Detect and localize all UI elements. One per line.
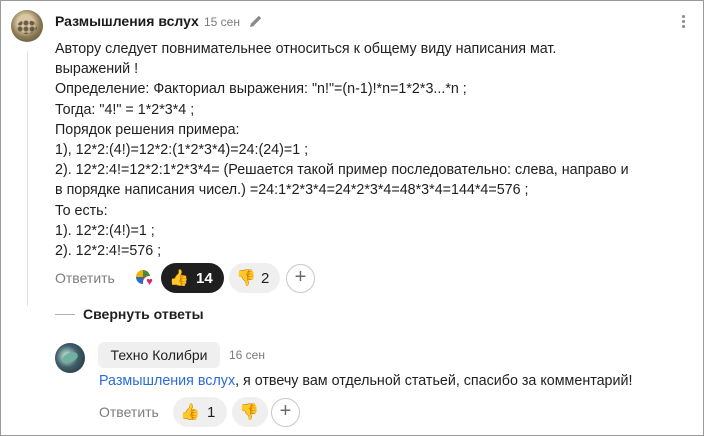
comment-line: в порядке написания чисел.) =24:1*2*3*4=… bbox=[55, 182, 529, 199]
thumbs-down-icon: 👎 bbox=[236, 270, 256, 287]
like-button[interactable]: 👍 14 bbox=[161, 263, 224, 293]
like-count: 14 bbox=[196, 270, 213, 287]
add-reaction-button[interactable]: + bbox=[286, 264, 315, 293]
mention-link[interactable]: Размышления вслух bbox=[99, 373, 235, 389]
collapse-dash bbox=[55, 314, 75, 315]
comment-line: Определение: Факториал выражения: "n!"=(… bbox=[55, 81, 467, 98]
collapse-label: Свернуть ответы bbox=[83, 306, 204, 322]
comment-date: 15 сен bbox=[204, 15, 240, 29]
reply-like-count: 1 bbox=[207, 404, 216, 421]
heart-icon: ♥ bbox=[143, 276, 156, 289]
comment-thread: Размышления вслух 15 сен Автору следует … bbox=[0, 0, 704, 436]
thumbs-up-icon: 👍 bbox=[180, 404, 200, 421]
comment-line: 1), 12*2:(4!)=12*2:(1*2*3*4)=24:(24)=1 ; bbox=[55, 142, 309, 159]
reply-avatar[interactable] bbox=[55, 343, 85, 373]
dislike-count: 2 bbox=[261, 270, 270, 287]
thread-line bbox=[27, 51, 28, 306]
comment-line: 2). 12*2:4!=12*2:1*2*3*4= (Решается тако… bbox=[55, 162, 629, 179]
dislike-button[interactable]: 👎 2 bbox=[229, 263, 280, 293]
reply-button[interactable]: Ответить bbox=[55, 270, 115, 286]
comment-author[interactable]: Размышления вслух bbox=[55, 13, 199, 29]
comment-line: Порядок решения примера: bbox=[55, 121, 240, 138]
reactions-summary[interactable]: ♥ bbox=[134, 268, 156, 290]
comment-line: 1). 12*2:(4!)=1 ; bbox=[55, 222, 155, 239]
more-menu-icon[interactable] bbox=[677, 13, 689, 31]
reply-reply-button[interactable]: Ответить bbox=[99, 404, 159, 420]
comment-line: выражений ! bbox=[55, 61, 139, 78]
reply-dislike-button[interactable]: 👎 bbox=[232, 397, 268, 427]
avatar[interactable] bbox=[11, 10, 43, 42]
reply-add-reaction-button[interactable]: + bbox=[271, 398, 300, 427]
thumbs-up-icon: 👍 bbox=[169, 270, 189, 287]
comment-body: Автору следует повнимательнее относиться… bbox=[55, 39, 695, 261]
comment-line: 2). 12*2:4!=576 ; bbox=[55, 243, 162, 260]
reply-like-button[interactable]: 👍 1 bbox=[173, 397, 227, 427]
edit-icon[interactable] bbox=[248, 13, 264, 29]
comment-line: Тогда: "4!" = 1*2*3*4 ; bbox=[55, 101, 195, 118]
reply-text: , я отвечу вам отдельной статьей, спасиб… bbox=[235, 373, 633, 389]
reply-body: Размышления вслух, я отвечу вам отдельно… bbox=[99, 373, 632, 389]
thumbs-down-icon: 👎 bbox=[239, 404, 259, 421]
reply-author[interactable]: Техно Колибри bbox=[98, 342, 220, 368]
comment-line: То есть: bbox=[55, 202, 108, 219]
reply-date: 16 сен bbox=[229, 348, 265, 362]
comment-line: Автору следует повнимательнее относиться… bbox=[55, 41, 557, 57]
